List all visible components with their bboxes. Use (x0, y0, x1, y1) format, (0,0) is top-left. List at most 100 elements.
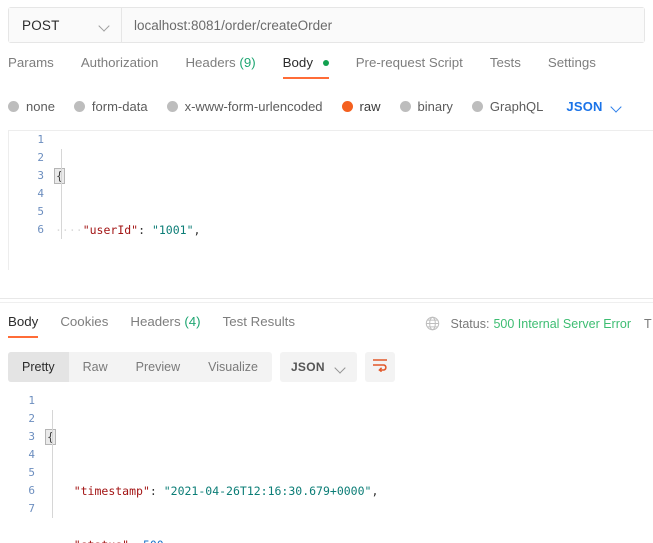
json-comma: , (164, 538, 171, 543)
request-tab-bar: Params Authorization Headers (9) Body Pr… (0, 55, 653, 87)
radio-selected-icon (341, 100, 353, 112)
status-badge[interactable]: 500 Internal Server Error (493, 317, 631, 331)
tab-pre-request-script-label: Pre-request Script (355, 55, 463, 70)
response-code-area[interactable]: { "timestamp": "2021-04-26T12:16:30.679+… (45, 392, 653, 543)
url-input[interactable]: localhost:8081/order/createOrder (122, 8, 644, 42)
indent-guide (61, 149, 62, 239)
postman-window: POST localhost:8081/order/createOrder Pa… (0, 0, 653, 543)
line-number: 2 (28, 412, 35, 425)
line-number: 5 (28, 466, 35, 479)
body-type-x-www-form-urlencoded[interactable]: x-www-form-urlencoded (166, 98, 323, 114)
response-view-toolbar: Pretty Raw Preview Visualize JSON (8, 352, 395, 382)
json-sep: : (129, 538, 143, 543)
tab-settings[interactable]: Settings (548, 55, 596, 79)
view-mode-pretty[interactable]: Pretty (8, 352, 69, 382)
tab-authorization[interactable]: Authorization (81, 55, 159, 79)
response-body-viewer[interactable]: 1 2 3 4 5 6 7 { "timestamp": "2021-04-26… (0, 392, 653, 543)
code-line: { (45, 428, 653, 446)
line-number: 1 (37, 133, 44, 146)
tab-tests-label: Tests (489, 55, 521, 70)
response-tab-test-results[interactable]: Test Results (223, 314, 295, 338)
body-type-form-data-label: form-data (91, 98, 148, 114)
line-number: 7 (28, 502, 35, 515)
response-tab-headers-count: (4) (184, 314, 201, 329)
response-status-bar: Status: 500 Internal Server Error T (425, 316, 653, 331)
raw-format-dropdown[interactable]: JSON (566, 99, 621, 114)
body-type-binary-label: binary (417, 98, 453, 114)
tab-headers-count: (9) (239, 55, 256, 70)
view-mode-preview[interactable]: Preview (122, 352, 194, 382)
view-mode-visualize[interactable]: Visualize (194, 352, 272, 382)
line-number: 2 (37, 151, 44, 164)
pane-divider-secondary (0, 302, 653, 303)
line-number: 4 (28, 448, 35, 461)
line-number: 4 (37, 187, 44, 200)
request-code-area[interactable]: { ····"userId": "1001", ····"commodityCo… (54, 131, 653, 270)
code-line: "status": 500, (46, 536, 653, 543)
body-type-binary[interactable]: binary (399, 98, 453, 114)
code-line: ····"userId": "1001", (55, 221, 653, 239)
radio-icon (471, 100, 483, 112)
radio-icon (166, 100, 178, 112)
response-view-mode-group: Pretty Raw Preview Visualize (8, 352, 272, 382)
tab-params[interactable]: Params (8, 55, 54, 79)
tab-body[interactable]: Body (282, 55, 329, 79)
response-tab-headers[interactable]: Headers (4) (130, 314, 200, 338)
response-time-label: T (644, 316, 652, 331)
body-type-graphql[interactable]: GraphQL (471, 98, 544, 114)
json-sep: : (138, 223, 152, 237)
response-tab-body-label: Body (8, 314, 39, 329)
request-body-editor[interactable]: 1 2 3 4 5 6 { ····"userId": "1001", ····… (8, 130, 653, 270)
response-format-dropdown[interactable]: JSON (279, 352, 357, 382)
code-line: { (54, 167, 653, 185)
tab-tests[interactable]: Tests (490, 55, 521, 79)
chevron-down-icon (99, 20, 110, 31)
radio-icon (8, 100, 19, 112)
indent-guide (52, 410, 53, 518)
wrap-text-icon (372, 358, 388, 377)
indent: ···· (55, 223, 83, 237)
body-type-raw[interactable]: raw (341, 98, 381, 114)
json-comma: , (371, 484, 379, 498)
response-format-label: JSON (290, 360, 325, 374)
request-gutter: 1 2 3 4 5 6 (9, 131, 55, 270)
body-type-raw-label: raw (359, 98, 381, 114)
request-url-bar: POST localhost:8081/order/createOrder (8, 7, 645, 43)
code-line: "timestamp": "2021-04-26T12:16:30.679+00… (46, 482, 653, 500)
response-tab-cookies[interactable]: Cookies (60, 314, 108, 338)
radio-icon (73, 100, 85, 112)
body-type-x-www-form-urlencoded-label: x-www-form-urlencoded (184, 98, 323, 114)
body-type-form-data[interactable]: form-data (73, 98, 148, 114)
tab-params-label: Params (8, 55, 54, 70)
tab-pre-request-script[interactable]: Pre-request Script (356, 55, 463, 79)
json-comma: , (193, 223, 201, 237)
tab-settings-label: Settings (547, 55, 596, 70)
response-gutter: 1 2 3 4 5 6 7 (0, 392, 46, 543)
json-value: "2021-04-26T12:16:30.679+0000" (163, 484, 372, 498)
view-mode-raw[interactable]: Raw (69, 352, 122, 382)
tab-headers-label: Headers (185, 55, 236, 70)
response-tab-headers-label: Headers (130, 314, 181, 329)
brace-open: { (54, 168, 65, 184)
http-method-dropdown[interactable]: POST (9, 8, 122, 42)
body-type-none[interactable]: none (8, 99, 55, 114)
globe-icon[interactable] (425, 316, 440, 331)
body-type-radio-group: none form-data x-www-form-urlencoded raw… (8, 94, 653, 118)
json-key: "status" (74, 538, 129, 543)
chevron-down-icon (611, 101, 622, 112)
request-code: { ····"userId": "1001", ····"commodityCo… (54, 131, 653, 270)
body-type-none-label: none (26, 98, 55, 114)
raw-format-label: JSON (566, 98, 603, 114)
line-number: 6 (37, 223, 44, 236)
pane-divider[interactable] (0, 298, 653, 299)
line-number: 3 (37, 169, 44, 182)
radio-icon (399, 100, 411, 112)
response-tab-body[interactable]: Body (8, 314, 39, 338)
wrap-text-button[interactable] (364, 352, 395, 382)
body-type-graphql-label: GraphQL (489, 98, 544, 114)
tab-body-label: Body (282, 55, 313, 70)
tab-headers[interactable]: Headers (9) (185, 55, 255, 79)
line-number: 5 (37, 205, 44, 218)
